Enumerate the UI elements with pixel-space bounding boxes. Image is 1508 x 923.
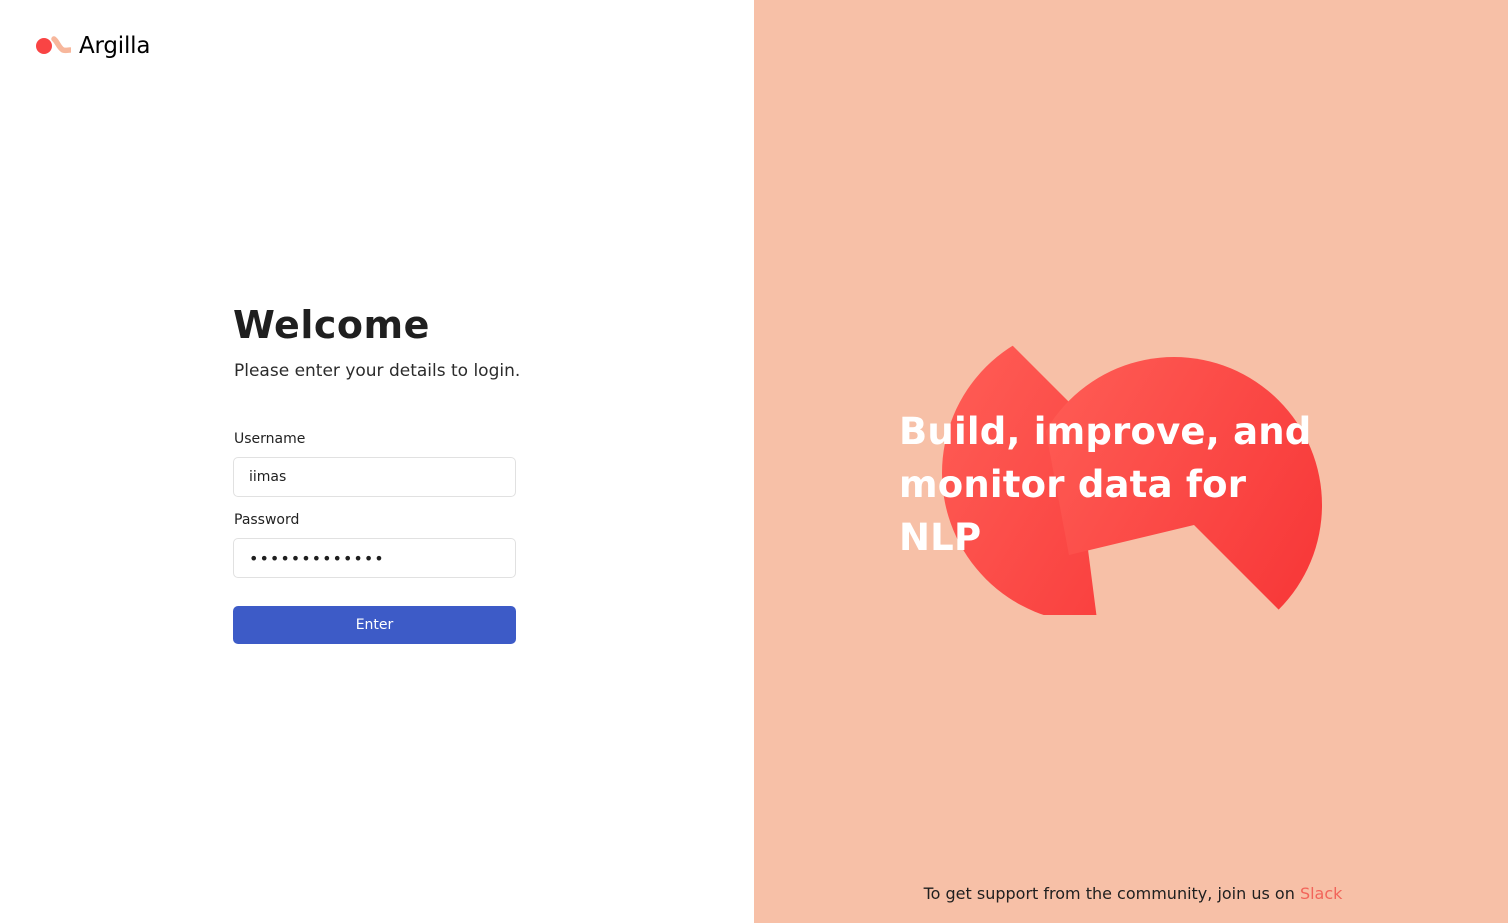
username-label: Username [234,431,306,447]
page-title: Welcome [233,303,430,347]
password-input[interactable] [233,538,516,578]
login-panel: Argilla Welcome Please enter your detail… [0,0,754,923]
hero-tagline: Build, improve, and monitor data for NLP [899,410,1312,559]
username-input[interactable] [233,457,516,497]
slack-link[interactable]: Slack [1300,884,1342,903]
hero-panel: Build, improve, and monitor data for NLP… [754,0,1508,923]
enter-button[interactable]: Enter [233,606,516,644]
brand[interactable]: Argilla [35,33,150,59]
password-label: Password [234,512,300,528]
brand-name: Argilla [79,33,151,59]
login-page: Argilla Welcome Please enter your detail… [0,0,1508,923]
argilla-logo-icon [36,36,71,54]
support-message: To get support from the community, join … [923,884,1295,903]
login-form: Welcome Please enter your details to log… [233,300,521,644]
support-text: To get support from the community, join … [754,884,1508,903]
login-subtitle: Please enter your details to login. [234,361,521,381]
